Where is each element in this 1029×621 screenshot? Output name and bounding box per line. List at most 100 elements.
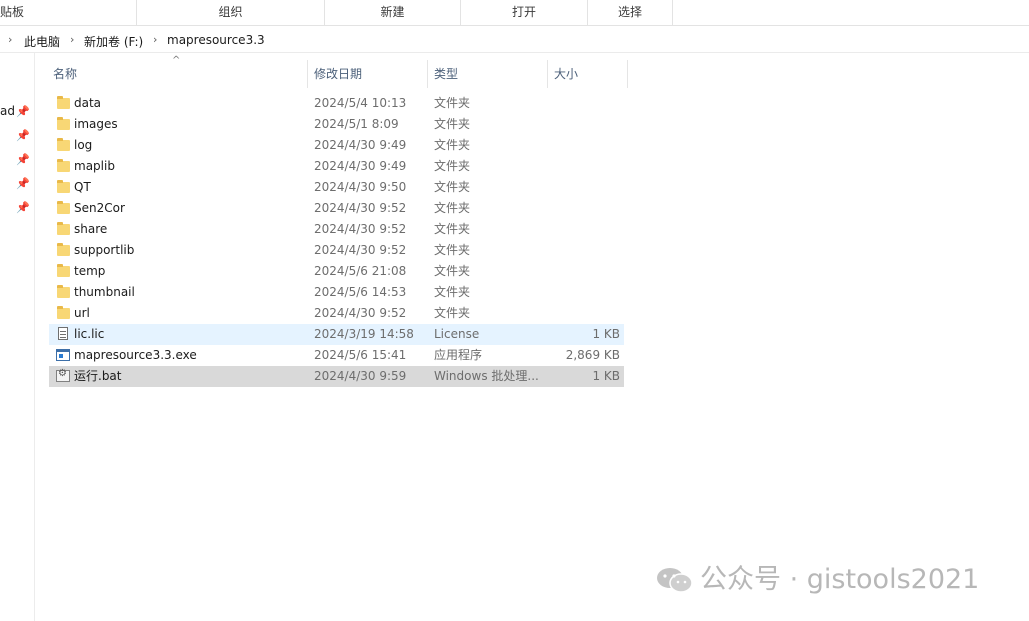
- file-row[interactable]: share 2024/4/30 9:52 文件夹: [49, 219, 624, 240]
- nav-item-label[interactable]: ad: [0, 104, 15, 118]
- file-type: Windows 批处理...: [434, 369, 539, 383]
- ribbon-group-label: 选择: [617, 5, 642, 19]
- file-date: 2024/3/19 14:58: [314, 327, 414, 341]
- file-date: 2024/4/30 9:52: [314, 306, 407, 320]
- file-row[interactable]: url 2024/4/30 9:52 文件夹: [49, 303, 624, 324]
- column-divider[interactable]: [627, 60, 628, 88]
- text-file-icon: [58, 327, 68, 340]
- file-name: 运行.bat: [74, 369, 122, 383]
- column-header-size[interactable]: 大小: [548, 62, 627, 86]
- file-date: 2024/5/4 10:13: [314, 96, 407, 110]
- ribbon-group-label: 贴板: [0, 5, 25, 19]
- file-row[interactable]: 运行.bat 2024/4/30 9:59 Windows 批处理... 1 KB: [49, 366, 624, 387]
- file-row[interactable]: temp 2024/5/6 21:08 文件夹: [49, 261, 624, 282]
- file-name: url: [74, 306, 90, 320]
- file-date: 2024/5/6 14:53: [314, 285, 407, 299]
- pin-icon[interactable]: 📌: [16, 177, 30, 190]
- watermark-text: 公众号 · gistools2021: [700, 564, 980, 595]
- file-row[interactable]: maplib 2024/4/30 9:49 文件夹: [49, 156, 624, 177]
- chevron-right-icon[interactable]: ›: [70, 33, 74, 46]
- file-type: License: [434, 327, 480, 341]
- file-row[interactable]: thumbnail 2024/5/6 14:53 文件夹: [49, 282, 624, 303]
- ribbon: 贴板 组织 新建 打开 选择: [0, 0, 1029, 26]
- column-header-type[interactable]: 类型: [428, 62, 547, 86]
- address-bar[interactable]: › 此电脑 › 新加卷 (F:) › mapresource3.3: [0, 26, 1029, 53]
- file-type: 文件夹: [434, 117, 471, 131]
- exe-icon: [56, 349, 70, 361]
- file-row[interactable]: data 2024/5/4 10:13 文件夹: [49, 93, 624, 114]
- file-date: 2024/5/6 21:08: [314, 264, 407, 278]
- folder-icon: [57, 138, 70, 151]
- ribbon-group-open[interactable]: 打开: [461, 0, 588, 25]
- file-date: 2024/4/30 9:50: [314, 180, 407, 194]
- file-name: data: [74, 96, 102, 110]
- chevron-right-icon[interactable]: ›: [153, 33, 157, 46]
- folder-icon: [57, 264, 70, 277]
- navigation-pane: ad 📌 📌 📌 📌 📌: [0, 53, 35, 621]
- file-name: mapresource3.3.exe: [74, 348, 197, 362]
- pin-icon[interactable]: 📌: [16, 153, 30, 166]
- pin-icon[interactable]: 📌: [16, 201, 30, 214]
- ribbon-group-select[interactable]: 选择: [588, 0, 673, 25]
- file-date: 2024/5/1 8:09: [314, 117, 399, 131]
- file-name: supportlib: [74, 243, 135, 257]
- folder-icon: [57, 285, 70, 298]
- file-size: 1 KB: [592, 369, 620, 383]
- file-date: 2024/4/30 9:49: [314, 159, 407, 173]
- file-date: 2024/4/30 9:52: [314, 222, 407, 236]
- file-size: 2,869 KB: [565, 348, 620, 362]
- column-header-name[interactable]: 名称: [47, 62, 307, 86]
- folder-icon: [57, 117, 70, 130]
- folder-icon: [57, 180, 70, 193]
- ribbon-group-label: 新建: [380, 5, 405, 19]
- file-name: maplib: [74, 159, 115, 173]
- file-row[interactable]: QT 2024/4/30 9:50 文件夹: [49, 177, 624, 198]
- file-name: temp: [74, 264, 106, 278]
- file-type: 文件夹: [434, 264, 471, 278]
- column-header-date[interactable]: 修改日期: [308, 62, 427, 86]
- ribbon-group-clipboard[interactable]: 贴板: [0, 0, 137, 25]
- file-name: share: [74, 222, 108, 236]
- breadcrumb-folder[interactable]: mapresource3.3: [167, 33, 265, 47]
- ribbon-group-label: 打开: [511, 5, 536, 19]
- file-date: 2024/4/30 9:52: [314, 201, 407, 215]
- file-row[interactable]: lic.lic 2024/3/19 14:58 License 1 KB: [49, 324, 624, 345]
- bat-icon: [56, 368, 70, 382]
- folder-icon: [57, 243, 70, 256]
- file-row[interactable]: supportlib 2024/4/30 9:52 文件夹: [49, 240, 624, 261]
- pin-icon[interactable]: 📌: [16, 129, 30, 142]
- breadcrumb-drive[interactable]: 新加卷 (F:): [84, 33, 143, 50]
- file-name: thumbnail: [74, 285, 135, 299]
- wechat-icon: [657, 568, 693, 593]
- file-row[interactable]: log 2024/4/30 9:49 文件夹: [49, 135, 624, 156]
- file-type: 文件夹: [434, 285, 471, 299]
- breadcrumb-this-pc[interactable]: 此电脑: [24, 33, 60, 50]
- file-type: 文件夹: [434, 201, 471, 215]
- file-type: 文件夹: [434, 96, 471, 110]
- folder-icon: [57, 159, 70, 172]
- file-date: 2024/5/6 15:41: [314, 348, 407, 362]
- file-type: 应用程序: [434, 348, 483, 362]
- chevron-right-icon[interactable]: ›: [8, 33, 12, 46]
- folder-icon: [57, 306, 70, 319]
- file-type: 文件夹: [434, 138, 471, 152]
- file-size: 1 KB: [592, 327, 620, 341]
- file-row[interactable]: Sen2Cor 2024/4/30 9:52 文件夹: [49, 198, 624, 219]
- file-date: 2024/4/30 9:49: [314, 138, 407, 152]
- folder-icon: [57, 96, 70, 109]
- file-date: 2024/4/30 9:52: [314, 243, 407, 257]
- file-row[interactable]: images 2024/5/1 8:09 文件夹: [49, 114, 624, 135]
- pin-icon[interactable]: 📌: [16, 105, 30, 118]
- file-type: 文件夹: [434, 180, 471, 194]
- file-row[interactable]: mapresource3.3.exe 2024/5/6 15:41 应用程序 2,86…: [49, 345, 624, 366]
- ribbon-group-label: 组织: [218, 5, 243, 19]
- file-name: QT: [74, 180, 91, 194]
- ribbon-group-new[interactable]: 新建: [325, 0, 461, 25]
- file-type: 文件夹: [434, 159, 471, 173]
- file-name: lic.lic: [74, 327, 105, 341]
- file-type: 文件夹: [434, 306, 471, 320]
- ribbon-group-organize[interactable]: 组织: [137, 0, 325, 25]
- file-date: 2024/4/30 9:59: [314, 369, 407, 383]
- folder-icon: [57, 201, 70, 214]
- file-type: 文件夹: [434, 243, 471, 257]
